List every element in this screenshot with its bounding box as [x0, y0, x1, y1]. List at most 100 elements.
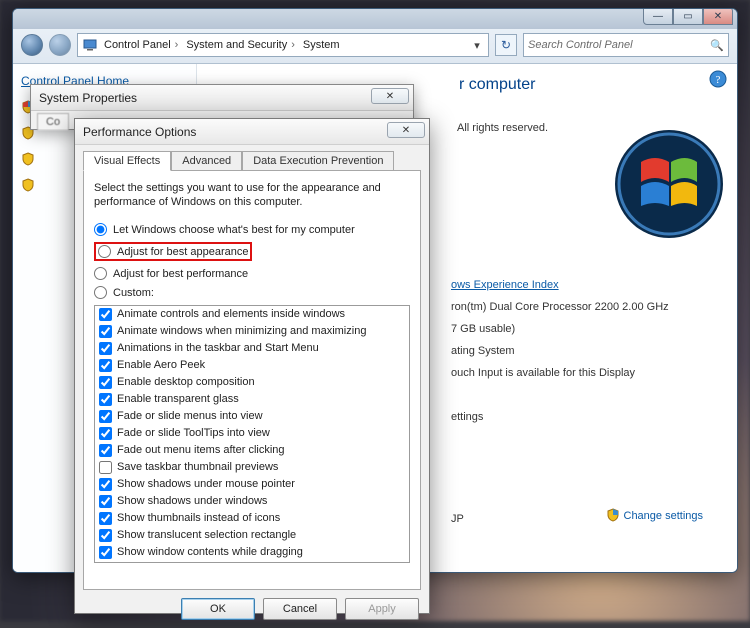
apply-button[interactable]: Apply: [345, 598, 419, 620]
radio-label: Let Windows choose what's best for my co…: [113, 224, 355, 236]
dialog-buttons: OK Cancel Apply: [75, 590, 429, 628]
shield-icon: [606, 508, 620, 522]
dialog-title: System Properties: [39, 91, 137, 105]
tab-advanced[interactable]: Advanced: [171, 151, 242, 171]
list-item[interactable]: Show translucent selection rectangle: [95, 527, 409, 544]
os-text: ating System: [451, 340, 669, 362]
ok-button[interactable]: OK: [181, 598, 255, 620]
checkbox[interactable]: [99, 495, 112, 508]
search-placeholder: Search Control Panel: [528, 39, 633, 51]
list-item[interactable]: Show thumbnails instead of icons: [95, 510, 409, 527]
refresh-icon: ↻: [501, 38, 511, 52]
list-item[interactable]: Animate controls and elements inside win…: [95, 306, 409, 323]
list-item-label: Show shadows under windows: [117, 494, 267, 509]
checkbox[interactable]: [99, 325, 112, 338]
copyright-text: All rights reserved.: [457, 122, 548, 134]
radio-let-windows-choose[interactable]: Let Windows choose what's best for my co…: [94, 223, 410, 236]
shield-icon: [21, 178, 35, 192]
list-item[interactable]: Fade or slide menus into view: [95, 408, 409, 425]
close-button[interactable]: ✕: [703, 8, 733, 25]
search-input[interactable]: Search Control Panel 🔍: [523, 33, 729, 57]
change-settings-link[interactable]: Change settings: [606, 508, 703, 522]
radio-best-appearance[interactable]: [98, 245, 111, 258]
tab-strip: Visual Effects Advanced Data Execution P…: [75, 145, 429, 171]
minimize-button[interactable]: —: [643, 8, 673, 25]
checkbox[interactable]: [99, 461, 112, 474]
checkbox[interactable]: [99, 359, 112, 372]
wei-link[interactable]: ows Experience Index: [451, 274, 669, 296]
list-item[interactable]: Enable transparent glass: [95, 391, 409, 408]
cancel-button[interactable]: Cancel: [263, 598, 337, 620]
list-item[interactable]: Animations in the taskbar and Start Menu: [95, 340, 409, 357]
tab-dep[interactable]: Data Execution Prevention: [242, 151, 394, 171]
radio-best-performance[interactable]: Adjust for best performance: [94, 267, 410, 280]
radio-label: Custom:: [113, 287, 154, 299]
svg-text:?: ?: [716, 74, 721, 86]
checkbox[interactable]: [99, 308, 112, 321]
dialog-titlebar[interactable]: Performance Options ✕: [75, 119, 429, 145]
maximize-button[interactable]: ▭: [673, 8, 703, 25]
list-item-label: Enable Aero Peek: [117, 358, 205, 373]
breadcrumb-seg[interactable]: System and Security: [182, 39, 299, 51]
list-item[interactable]: Fade out menu items after clicking: [95, 442, 409, 459]
radio-label: Adjust for best performance: [113, 268, 248, 280]
list-item-label: Show window contents while dragging: [117, 545, 303, 560]
visual-effects-list[interactable]: Animate controls and elements inside win…: [94, 305, 410, 563]
list-item-label: Show thumbnails instead of icons: [117, 511, 280, 526]
radio-input[interactable]: [94, 286, 107, 299]
checkbox[interactable]: [99, 512, 112, 525]
radio-input[interactable]: [94, 223, 107, 236]
list-item-label: Show translucent selection rectangle: [117, 528, 296, 543]
tab-visual-effects[interactable]: Visual Effects: [83, 151, 171, 171]
breadcrumb-bar[interactable]: Control Panel System and Security System…: [77, 33, 489, 57]
list-item-label: Enable desktop composition: [117, 375, 255, 390]
list-item-label: Animations in the taskbar and Start Menu: [117, 341, 319, 356]
refresh-button[interactable]: ↻: [495, 34, 517, 56]
ram-text: 7 GB usable): [451, 318, 669, 340]
checkbox[interactable]: [99, 529, 112, 542]
breadcrumb-seg[interactable]: Control Panel: [100, 39, 182, 51]
computer-icon: [82, 37, 98, 53]
radio-input[interactable]: [94, 267, 107, 280]
performance-options-dialog: Performance Options ✕ Visual Effects Adv…: [74, 118, 430, 614]
checkbox[interactable]: [99, 376, 112, 389]
back-button[interactable]: [21, 34, 43, 56]
checkbox[interactable]: [99, 444, 112, 457]
list-item[interactable]: Show window contents while dragging: [95, 544, 409, 561]
list-item[interactable]: Animate windows when minimizing and maxi…: [95, 323, 409, 340]
list-item[interactable]: Show shadows under mouse pointer: [95, 476, 409, 493]
help-icon[interactable]: ?: [709, 70, 727, 88]
list-item[interactable]: Save taskbar thumbnail previews: [95, 459, 409, 476]
checkbox[interactable]: [99, 410, 112, 423]
checkbox[interactable]: [99, 393, 112, 406]
dialog-titlebar[interactable]: System Properties ✕: [31, 85, 413, 111]
list-item-label: Save taskbar thumbnail previews: [117, 460, 278, 475]
system-info: ows Experience Index ron(tm) Dual Core P…: [451, 274, 669, 530]
forward-button[interactable]: [49, 34, 71, 56]
list-item-label: Animate windows when minimizing and maxi…: [117, 324, 366, 339]
address-drop-icon[interactable]: ▾: [470, 39, 484, 52]
breadcrumb-seg[interactable]: System: [299, 39, 348, 51]
radio-label: Adjust for best appearance: [117, 246, 248, 258]
settings-text: ettings: [451, 406, 669, 428]
tab-panel: Select the settings you want to use for …: [83, 170, 421, 590]
list-item[interactable]: Enable Aero Peek: [95, 357, 409, 374]
list-item[interactable]: Show shadows under windows: [95, 493, 409, 510]
checkbox[interactable]: [99, 478, 112, 491]
list-item-label: Slide open combo boxes: [117, 562, 237, 563]
checkbox[interactable]: [99, 546, 112, 559]
list-item[interactable]: Slide open combo boxes: [95, 561, 409, 563]
radio-custom[interactable]: Custom:: [94, 286, 410, 299]
shield-icon: [21, 152, 35, 166]
close-button[interactable]: ✕: [371, 88, 409, 104]
tab[interactable]: Co: [37, 113, 69, 130]
list-item-label: Animate controls and elements inside win…: [117, 307, 345, 322]
checkbox[interactable]: [99, 342, 112, 355]
highlight-box: Adjust for best appearance: [94, 242, 252, 261]
list-item[interactable]: Fade or slide ToolTips into view: [95, 425, 409, 442]
close-button[interactable]: ✕: [387, 122, 425, 138]
list-item[interactable]: Enable desktop composition: [95, 374, 409, 391]
window-titlebar[interactable]: — ▭ ✕: [13, 9, 737, 29]
checkbox[interactable]: [99, 427, 112, 440]
navigation-toolbar: Control Panel System and Security System…: [13, 29, 737, 64]
